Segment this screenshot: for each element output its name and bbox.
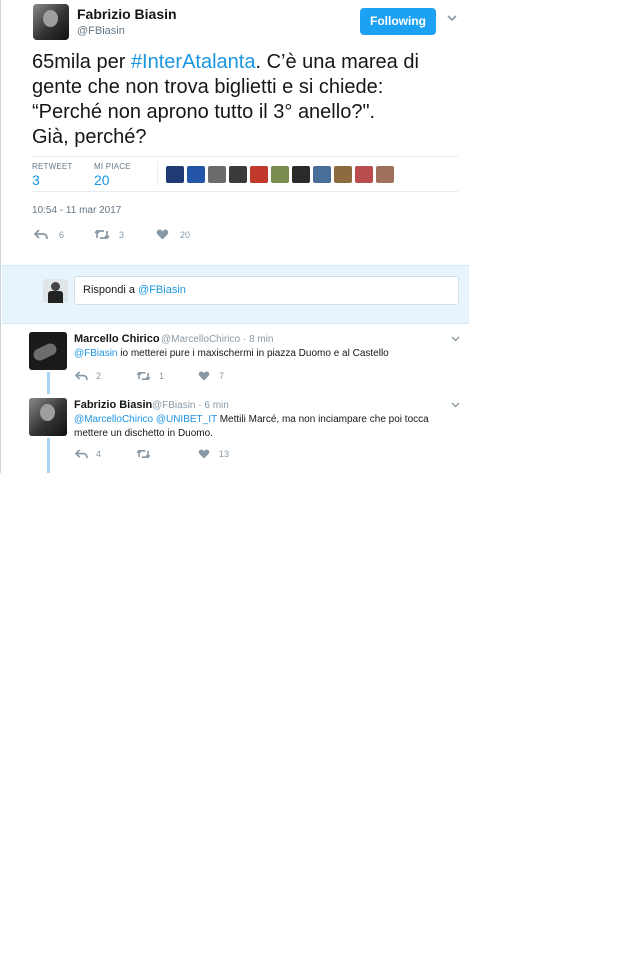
tweet-text-segment: . C’è una marea di: [255, 51, 419, 73]
tweet-text-line-2: gente che non trova biglietti e si chied…: [32, 76, 384, 98]
reply-count: 4: [96, 449, 102, 459]
thread-line: [47, 372, 50, 394]
liker-avatar[interactable]: [208, 166, 226, 183]
retweets-label[interactable]: RETWEET: [32, 162, 73, 171]
retweet-action[interactable]: 3: [94, 229, 124, 240]
tweet-timestamp[interactable]: 10:54 - 11 mar 2017: [32, 205, 121, 216]
retweets-count[interactable]: 3: [32, 172, 40, 188]
reply-action[interactable]: 6: [34, 229, 64, 240]
reply-mention-link[interactable]: @FBiasin: [74, 348, 118, 359]
liker-avatar[interactable]: [313, 166, 331, 183]
reply-author-name[interactable]: Marcello Chirico: [74, 333, 160, 345]
author-avatar[interactable]: [33, 4, 69, 40]
reply-text-body: Mettili Marcé, ma non inciampare che poi…: [216, 414, 429, 425]
reply-avatar[interactable]: [29, 332, 67, 370]
reply-count: 2: [96, 371, 102, 381]
reply-meta[interactable]: @MarcelloChirico · 8 min: [161, 334, 273, 345]
user-avatar: [43, 279, 68, 303]
hashtag-link[interactable]: #InterAtalanta: [131, 51, 256, 73]
tweet-text-line-1: 65mila per #InterAtalanta. C’è una marea…: [32, 50, 442, 75]
reply-icon: [75, 449, 88, 459]
reply-input[interactable]: Rispondi a @FBiasin: [74, 276, 459, 305]
liker-avatar[interactable]: [250, 166, 268, 183]
retweet-count: 1: [159, 371, 165, 381]
like-action[interactable]: 20: [156, 229, 190, 240]
reply-meta[interactable]: @FBiasin · 6 min: [152, 400, 229, 411]
tweet-text: 65mila per #InterAtalanta. C’è una marea…: [32, 50, 442, 150]
reply-text-body: io metterei pure i maxischermi in piazza…: [117, 348, 389, 359]
liker-avatar[interactable]: [334, 166, 352, 183]
tweet-text-segment: 65mila per: [32, 51, 131, 73]
retweet-icon: [94, 229, 110, 240]
chevron-down-icon[interactable]: [447, 14, 457, 25]
retweet-action[interactable]: 1: [136, 371, 164, 381]
retweet-count: 3: [119, 229, 125, 240]
liker-avatar[interactable]: [187, 166, 205, 183]
reply-text-body-line-2: mettere un dischetto in Duomo.: [74, 428, 213, 439]
divider: [32, 191, 458, 192]
reply-composer: Rispondi a @FBiasin: [2, 265, 469, 324]
heart-icon: [156, 229, 169, 240]
divider: [32, 156, 458, 157]
liker-avatar[interactable]: [355, 166, 373, 183]
reply-icon: [34, 229, 48, 240]
reply-prefix: Rispondi a: [83, 284, 139, 296]
reply-mention: @FBiasin: [138, 284, 186, 296]
reply-count: 6: [59, 229, 65, 240]
tweet-card: Fabrizio Biasin @FBiasin Following 65mil…: [0, 0, 469, 473]
author-handle[interactable]: @FBiasin: [77, 25, 125, 37]
following-button[interactable]: Following: [360, 8, 436, 35]
liker-avatar[interactable]: [376, 166, 394, 183]
chevron-down-icon[interactable]: [451, 400, 460, 410]
heart-icon: [198, 371, 210, 381]
like-count: 13: [219, 449, 230, 459]
reply-action[interactable]: 2: [75, 371, 101, 381]
likers-avatars: [166, 166, 394, 183]
like-count: 7: [219, 371, 225, 381]
author-name[interactable]: Fabrizio Biasin: [77, 6, 177, 22]
tweet-text-line-4: Già, perché?: [32, 126, 147, 148]
retweet-icon: [136, 371, 151, 381]
like-action[interactable]: 13: [198, 449, 229, 459]
liker-avatar[interactable]: [292, 166, 310, 183]
retweet-action[interactable]: [136, 449, 159, 459]
thread-line: [47, 438, 50, 473]
tweet-text-line-3: “Perché non aprono tutto il 3° anello?".: [32, 101, 376, 123]
likes-count[interactable]: 20: [94, 172, 110, 188]
heart-icon: [198, 449, 210, 459]
liker-avatar[interactable]: [271, 166, 289, 183]
reply-author-name[interactable]: Fabrizio Biasin: [74, 399, 152, 411]
chevron-down-icon[interactable]: [451, 334, 460, 344]
liker-avatar[interactable]: [229, 166, 247, 183]
divider: [157, 162, 158, 186]
reply-text: @MarcelloChirico @UNIBET_IT Mettili Marc…: [74, 413, 464, 441]
likes-label[interactable]: MI PIACE: [94, 162, 131, 171]
reply-icon: [75, 371, 88, 381]
reply-action[interactable]: 4: [75, 449, 101, 459]
like-action[interactable]: 7: [198, 371, 224, 381]
reply-text: @FBiasin io metterei pure i maxischermi …: [74, 347, 464, 361]
retweet-icon: [136, 449, 151, 459]
reply-mention-link[interactable]: @MarcelloChirico @UNIBET_IT: [74, 414, 217, 425]
liker-avatar[interactable]: [166, 166, 184, 183]
reply-avatar[interactable]: [29, 398, 67, 436]
like-count: 20: [180, 229, 191, 240]
